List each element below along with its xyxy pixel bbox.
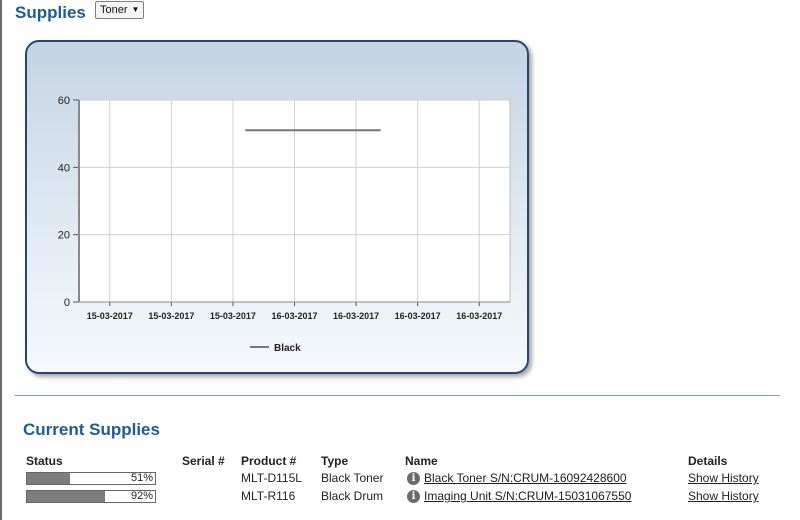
status-bar-fill <box>27 473 71 484</box>
current-supplies-title: Current Supplies <box>23 420 160 439</box>
left-border <box>0 0 2 520</box>
legend-label: Black <box>274 343 301 354</box>
supplies-chart: 15-03-2017 15-03-2017 15-03-2017 16-03-2017… <box>58 95 511 354</box>
x-tick-label: 16-03-2017 <box>456 311 502 321</box>
type-cell: Black Drum <box>321 489 384 503</box>
x-tick-label: 15-03-2017 <box>148 311 194 321</box>
col-header-name: Name <box>405 454 438 468</box>
show-history-link[interactable]: Show History <box>688 489 759 503</box>
chart-panel: 15-03-2017 15-03-2017 15-03-2017 16-03-2017… <box>25 40 529 374</box>
product-cell: MLT-D115L <box>241 471 302 485</box>
page-title: Supplies <box>15 3 86 22</box>
col-header-details: Details <box>688 454 728 468</box>
y-tick-label: 40 <box>58 162 70 174</box>
y-tick-label: 60 <box>58 95 70 107</box>
type-cell: Black Toner <box>321 471 384 485</box>
chevron-down-icon: ▼ <box>131 5 140 14</box>
status-bar-fill <box>27 491 105 502</box>
x-tick-label: 15-03-2017 <box>87 311 133 321</box>
status-bar-row-2: 92% <box>26 490 156 503</box>
col-header-type: Type <box>321 454 349 468</box>
x-tick-label: 16-03-2017 <box>271 311 317 321</box>
show-history-link[interactable]: Show History <box>688 471 759 485</box>
section-divider <box>15 395 780 396</box>
supply-name-link[interactable]: Black Toner S/N:CRUM-16092428600 <box>424 471 627 485</box>
col-header-status: Status <box>26 454 63 468</box>
info-icon: i <box>407 490 420 503</box>
y-tick-label: 20 <box>58 230 70 242</box>
select-value: Toner <box>100 4 128 16</box>
x-tick-label: 16-03-2017 <box>333 311 379 321</box>
info-icon: i <box>407 472 420 485</box>
x-tick-label: 16-03-2017 <box>395 311 441 321</box>
y-tick-label: 0 <box>64 297 70 309</box>
x-tick-label: 15-03-2017 <box>210 311 256 321</box>
col-header-product: Product # <box>241 454 297 468</box>
status-percent: 92% <box>130 490 153 502</box>
supply-type-select[interactable]: Toner ▼ <box>95 1 145 19</box>
product-cell: MLT-R116 <box>241 489 296 503</box>
col-header-serial: Serial # <box>182 454 225 468</box>
supply-name-link[interactable]: Imaging Unit S/N:CRUM-15031067550 <box>424 489 631 503</box>
status-bar-row-1: 51% <box>26 472 156 485</box>
status-percent: 51% <box>130 472 153 484</box>
